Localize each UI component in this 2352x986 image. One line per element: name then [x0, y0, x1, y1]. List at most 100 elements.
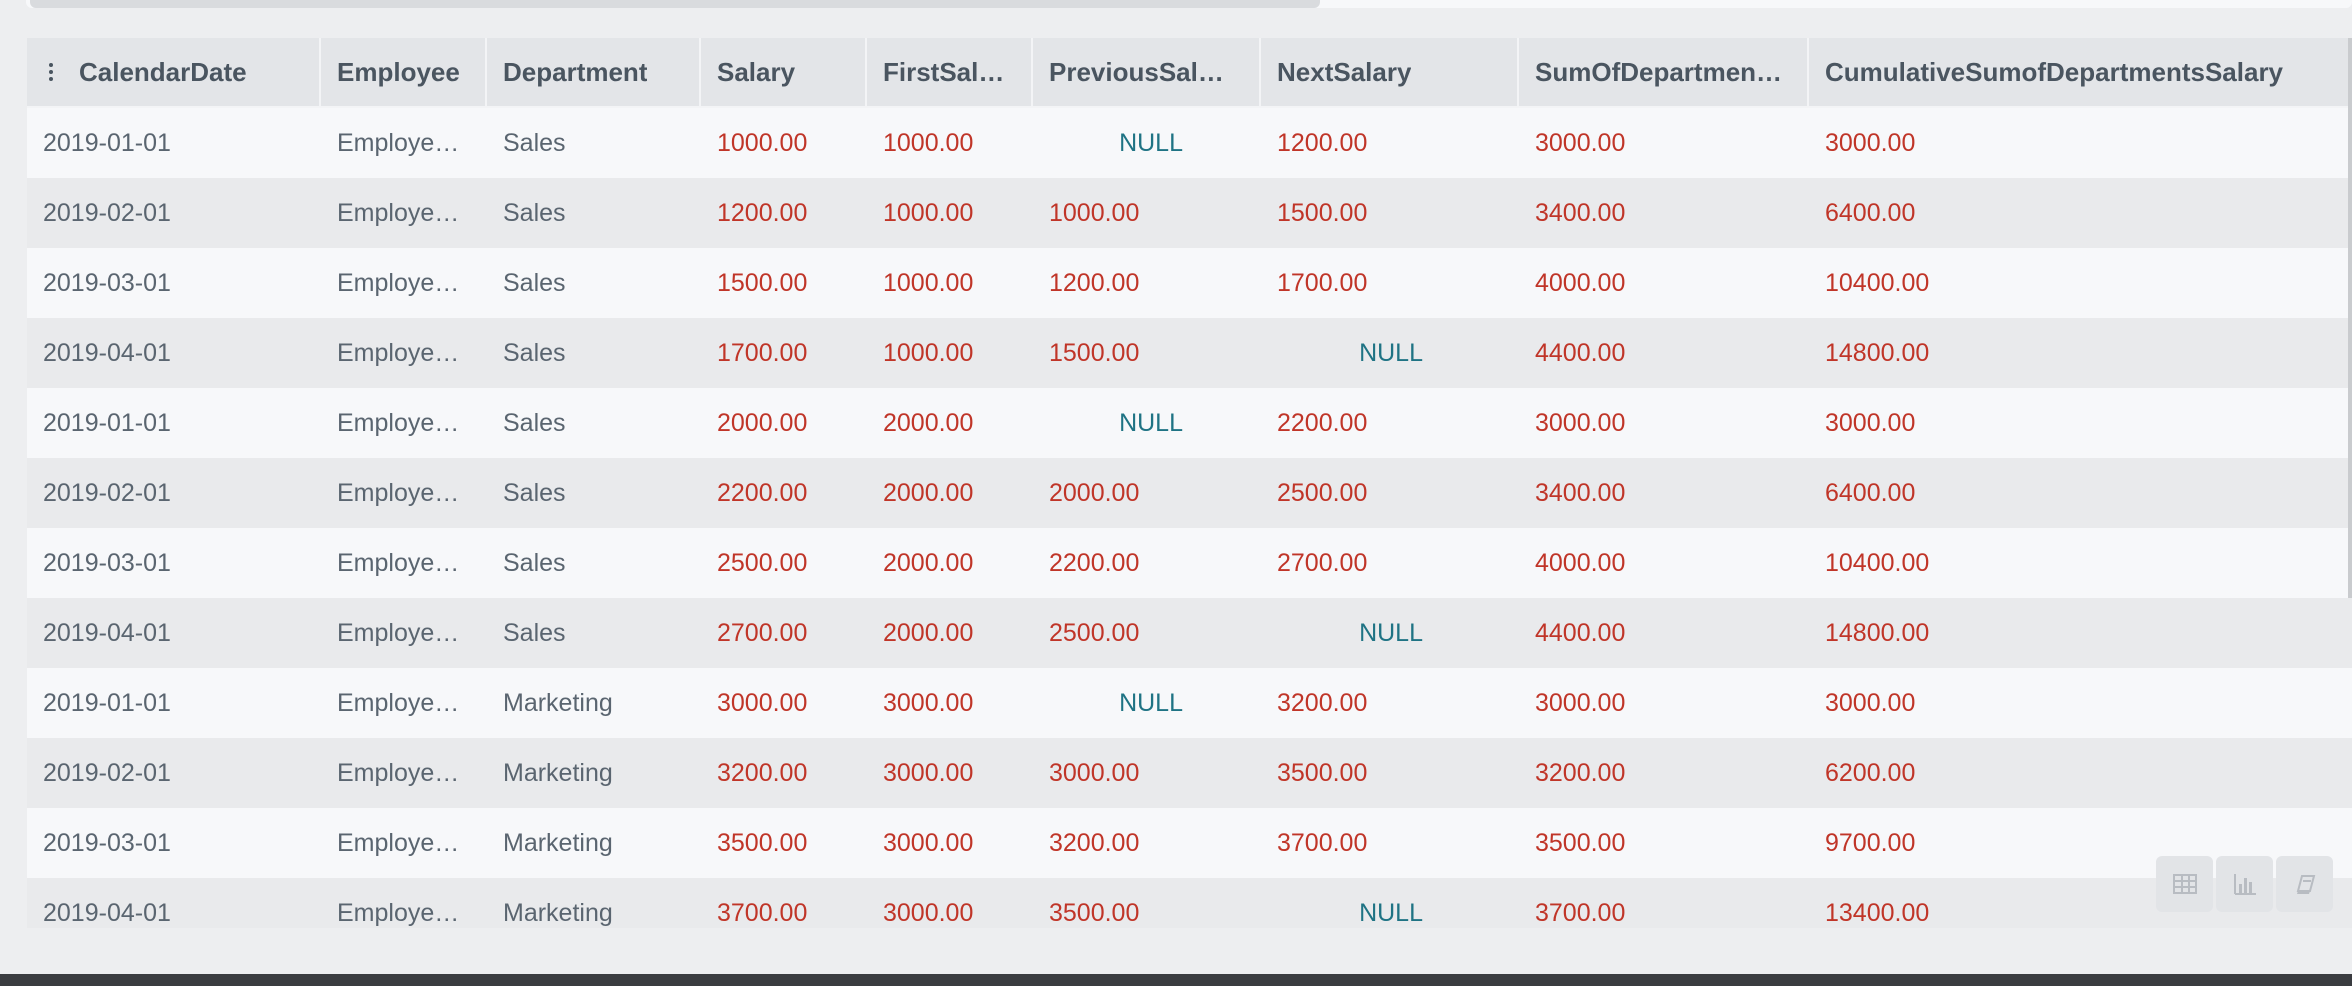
- table-row[interactable]: 2019-03-01 Employe… Marketing 3500.00 3000.0…: [27, 808, 2352, 878]
- table-row[interactable]: 2019-03-01 Employe… Sales 2500.00 2000.00 220…: [27, 528, 2352, 598]
- table-cell-department[interactable]: Sales: [487, 318, 701, 388]
- table-cell-calendar-date[interactable]: 2019-03-01: [27, 248, 321, 318]
- table-cell-previous-salary[interactable]: 1200.00: [1033, 248, 1261, 318]
- table-cell-calendar-date[interactable]: 2019-03-01: [27, 808, 321, 878]
- table-cell-next-salary[interactable]: 2500.00: [1261, 458, 1519, 528]
- table-cell-next-salary[interactable]: 1700.00: [1261, 248, 1519, 318]
- column-header-previous-salary[interactable]: PreviousSal…: [1033, 38, 1261, 106]
- table-cell-calendar-date[interactable]: 2019-03-01: [27, 528, 321, 598]
- table-cell-salary[interactable]: 1700.00: [701, 318, 867, 388]
- table-cell-cumulative-sum-salary[interactable]: 3000.00: [1809, 668, 2352, 738]
- table-cell-calendar-date[interactable]: 2019-01-01: [27, 388, 321, 458]
- table-row[interactable]: 2019-01-01 Employe… Sales 1000.00 1000.00 NUL…: [27, 108, 2352, 178]
- table-cell-employee[interactable]: Employe…: [321, 878, 487, 928]
- table-cell-calendar-date[interactable]: 2019-04-01: [27, 598, 321, 668]
- table-row[interactable]: 2019-01-01 Employe… Sales 2000.00 2000.00 NUL…: [27, 388, 2352, 458]
- table-cell-previous-salary[interactable]: 3200.00: [1033, 808, 1261, 878]
- table-cell-department[interactable]: Marketing: [487, 668, 701, 738]
- table-cell-employee[interactable]: Employe…: [321, 528, 487, 598]
- table-cell-employee[interactable]: Employe…: [321, 598, 487, 668]
- table-cell-salary[interactable]: 1500.00: [701, 248, 867, 318]
- table-cell-first-salary[interactable]: 3000.00: [867, 808, 1033, 878]
- table-cell-next-salary[interactable]: 1200.00: [1261, 108, 1519, 178]
- table-cell-salary[interactable]: 1200.00: [701, 178, 867, 248]
- table-cell-previous-salary[interactable]: 3500.00: [1033, 878, 1261, 928]
- table-cell-next-salary[interactable]: 3700.00: [1261, 808, 1519, 878]
- table-cell-calendar-date[interactable]: 2019-02-01: [27, 178, 321, 248]
- table-cell-next-salary[interactable]: 3200.00: [1261, 668, 1519, 738]
- table-cell-cumulative-sum-salary[interactable]: 3000.00: [1809, 108, 2352, 178]
- table-cell-department[interactable]: Marketing: [487, 738, 701, 808]
- table-cell-first-salary[interactable]: 2000.00: [867, 388, 1033, 458]
- table-cell-salary[interactable]: 3000.00: [701, 668, 867, 738]
- table-cell-salary[interactable]: 2000.00: [701, 388, 867, 458]
- table-cell-salary[interactable]: 2700.00: [701, 598, 867, 668]
- table-row[interactable]: 2019-02-01 Employe… Marketing 3200.00 3000.0…: [27, 738, 2352, 808]
- table-cell-previous-salary[interactable]: 3000.00: [1033, 738, 1261, 808]
- table-cell-salary[interactable]: 3700.00: [701, 878, 867, 928]
- table-cell-sum-of-department-salary[interactable]: 3400.00: [1519, 178, 1809, 248]
- table-row[interactable]: 2019-03-01 Employe… Sales 1500.00 1000.00 120…: [27, 248, 2352, 318]
- table-cell-sum-of-department-salary[interactable]: 3000.00: [1519, 108, 1809, 178]
- column-header-calendar-date[interactable]: CalendarDate: [27, 38, 321, 106]
- table-cell-cumulative-sum-salary[interactable]: 10400.00: [1809, 528, 2352, 598]
- table-cell-employee[interactable]: Employe…: [321, 668, 487, 738]
- table-cell-calendar-date[interactable]: 2019-04-01: [27, 318, 321, 388]
- column-header-cumulative-sum-salary[interactable]: CumulativeSumofDepartmentsSalary: [1809, 38, 2352, 106]
- table-cell-previous-salary[interactable]: 1000.00: [1033, 178, 1261, 248]
- table-cell-sum-of-department-salary[interactable]: 3000.00: [1519, 668, 1809, 738]
- table-cell-first-salary[interactable]: 2000.00: [867, 458, 1033, 528]
- table-cell-first-salary[interactable]: 1000.00: [867, 178, 1033, 248]
- column-header-sum-of-department-salary[interactable]: SumOfDepartmen…: [1519, 38, 1809, 106]
- table-cell-cumulative-sum-salary[interactable]: 6400.00: [1809, 458, 2352, 528]
- table-cell-first-salary[interactable]: 1000.00: [867, 248, 1033, 318]
- horizontal-scrollbar-thumb[interactable]: [30, 0, 1320, 8]
- table-cell-department[interactable]: Marketing: [487, 878, 701, 928]
- table-cell-next-salary[interactable]: NULL: [1261, 318, 1519, 388]
- column-header-next-salary[interactable]: NextSalary: [1261, 38, 1519, 106]
- table-cell-first-salary[interactable]: 1000.00: [867, 108, 1033, 178]
- table-cell-sum-of-department-salary[interactable]: 4000.00: [1519, 528, 1809, 598]
- table-cell-first-salary[interactable]: 3000.00: [867, 668, 1033, 738]
- table-cell-cumulative-sum-salary[interactable]: 6400.00: [1809, 178, 2352, 248]
- table-cell-department[interactable]: Sales: [487, 388, 701, 458]
- table-row[interactable]: 2019-02-01 Employe… Sales 1200.00 1000.00 100…: [27, 178, 2352, 248]
- table-row[interactable]: 2019-01-01 Employe… Marketing 3000.00 3000.0…: [27, 668, 2352, 738]
- table-cell-first-salary[interactable]: 1000.00: [867, 318, 1033, 388]
- table-cell-first-salary[interactable]: 2000.00: [867, 598, 1033, 668]
- table-cell-department[interactable]: Marketing: [487, 808, 701, 878]
- table-cell-next-salary[interactable]: 1500.00: [1261, 178, 1519, 248]
- table-cell-calendar-date[interactable]: 2019-02-01: [27, 458, 321, 528]
- column-menu-icon[interactable]: [49, 63, 57, 81]
- table-cell-department[interactable]: Sales: [487, 248, 701, 318]
- notes-view-button[interactable]: [2276, 856, 2333, 912]
- table-cell-sum-of-department-salary[interactable]: 3200.00: [1519, 738, 1809, 808]
- table-cell-department[interactable]: Sales: [487, 528, 701, 598]
- table-cell-employee[interactable]: Employe…: [321, 738, 487, 808]
- table-cell-employee[interactable]: Employe…: [321, 808, 487, 878]
- table-cell-sum-of-department-salary[interactable]: 4400.00: [1519, 598, 1809, 668]
- table-cell-calendar-date[interactable]: 2019-04-01: [27, 878, 321, 928]
- table-row[interactable]: 2019-04-01 Employe… Marketing 3700.00 3000.0…: [27, 878, 2352, 928]
- table-cell-employee[interactable]: Employe…: [321, 388, 487, 458]
- table-cell-next-salary[interactable]: 2700.00: [1261, 528, 1519, 598]
- table-cell-employee[interactable]: Employe…: [321, 318, 487, 388]
- vertical-scrollbar[interactable]: [2348, 38, 2352, 598]
- table-cell-sum-of-department-salary[interactable]: 3000.00: [1519, 388, 1809, 458]
- table-cell-sum-of-department-salary[interactable]: 3500.00: [1519, 808, 1809, 878]
- table-cell-employee[interactable]: Employe…: [321, 178, 487, 248]
- table-cell-next-salary[interactable]: 3500.00: [1261, 738, 1519, 808]
- table-cell-sum-of-department-salary[interactable]: 4000.00: [1519, 248, 1809, 318]
- table-cell-previous-salary[interactable]: 2500.00: [1033, 598, 1261, 668]
- column-header-salary[interactable]: Salary: [701, 38, 867, 106]
- table-row[interactable]: 2019-02-01 Employe… Sales 2200.00 2000.00 200…: [27, 458, 2352, 528]
- table-cell-next-salary[interactable]: NULL: [1261, 878, 1519, 928]
- table-cell-cumulative-sum-salary[interactable]: 3000.00: [1809, 388, 2352, 458]
- table-cell-next-salary[interactable]: 2200.00: [1261, 388, 1519, 458]
- table-cell-department[interactable]: Sales: [487, 598, 701, 668]
- table-cell-previous-salary[interactable]: NULL: [1033, 108, 1261, 178]
- table-cell-first-salary[interactable]: 3000.00: [867, 738, 1033, 808]
- table-cell-sum-of-department-salary[interactable]: 3700.00: [1519, 878, 1809, 928]
- table-cell-salary[interactable]: 3200.00: [701, 738, 867, 808]
- table-cell-previous-salary[interactable]: 2200.00: [1033, 528, 1261, 598]
